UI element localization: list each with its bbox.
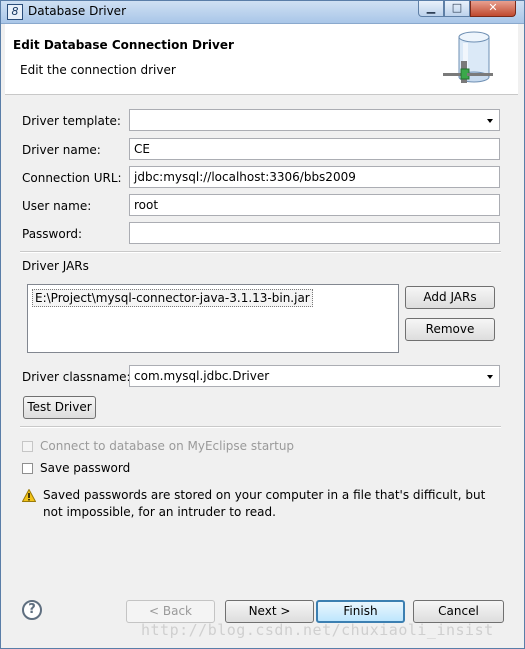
header-subtitle: Edit the connection driver	[20, 63, 176, 77]
driver-name-input[interactable]: CE	[129, 138, 500, 160]
user-name-input[interactable]: root	[129, 194, 500, 216]
test-driver-button[interactable]: Test Driver	[23, 396, 96, 419]
driver-jars-list[interactable]: E:\Project\mysql-connector-java-3.1.13-b…	[27, 284, 399, 353]
connection-url-label: Connection URL:	[22, 171, 122, 185]
maximize-button[interactable]: □	[444, 1, 470, 17]
driver-classname-value: com.mysql.jdbc.Driver	[134, 369, 270, 383]
watermark: http://blog.csdn.net/chuxiaoli_insist	[141, 621, 494, 639]
warning-message: Saved passwords are stored on your compu…	[43, 488, 486, 519]
add-jars-button[interactable]: Add JARs	[405, 286, 495, 309]
eclipse-icon: 8	[7, 4, 23, 20]
driver-template-select[interactable]	[129, 109, 500, 131]
dialog-window: 8 Database Driver ▁ □ ✕ Edit Database Co…	[0, 0, 525, 649]
header-title: Edit Database Connection Driver	[13, 38, 234, 52]
window-title: Database Driver	[28, 4, 126, 18]
chevron-down-icon	[487, 375, 493, 379]
connection-url-input[interactable]: jdbc:mysql://localhost:3306/bbs2009	[129, 166, 500, 188]
close-button[interactable]: ✕	[470, 1, 516, 17]
chevron-down-icon	[487, 119, 493, 123]
driver-classname-label: Driver classname:	[22, 370, 131, 384]
list-item[interactable]: E:\Project\mysql-connector-java-3.1.13-b…	[32, 289, 313, 307]
wizard-header: Edit Database Connection Driver Edit the…	[5, 24, 518, 95]
driver-jars-label: Driver JARs	[22, 259, 89, 273]
finish-button[interactable]: Finish	[316, 600, 405, 623]
title-bar[interactable]: 8 Database Driver ▁ □ ✕	[1, 1, 524, 24]
help-icon[interactable]: ?	[22, 600, 42, 620]
database-icon	[443, 31, 493, 83]
back-button[interactable]: < Back	[126, 600, 215, 623]
cancel-button[interactable]: Cancel	[413, 600, 504, 623]
separator	[20, 251, 501, 253]
password-label: Password:	[22, 227, 83, 241]
minimize-button[interactable]: ▁	[418, 1, 444, 17]
next-button[interactable]: Next >	[225, 600, 314, 623]
form-content: Driver template: Driver name: CE Connect…	[9, 94, 518, 584]
connect-on-startup-checkbox[interactable]	[22, 441, 33, 452]
remove-jar-button[interactable]: Remove	[405, 318, 495, 341]
save-password-checkbox[interactable]	[22, 463, 33, 474]
separator	[20, 426, 501, 428]
connect-on-startup-label: Connect to database on MyEclipse startup	[40, 439, 295, 453]
user-name-label: User name:	[22, 199, 92, 213]
driver-classname-select[interactable]: com.mysql.jdbc.Driver	[129, 365, 500, 387]
save-password-label: Save password	[40, 461, 131, 475]
warning-icon	[22, 489, 36, 502]
driver-template-label: Driver template:	[22, 114, 121, 128]
driver-name-label: Driver name:	[22, 143, 101, 157]
password-input[interactable]	[129, 222, 500, 244]
